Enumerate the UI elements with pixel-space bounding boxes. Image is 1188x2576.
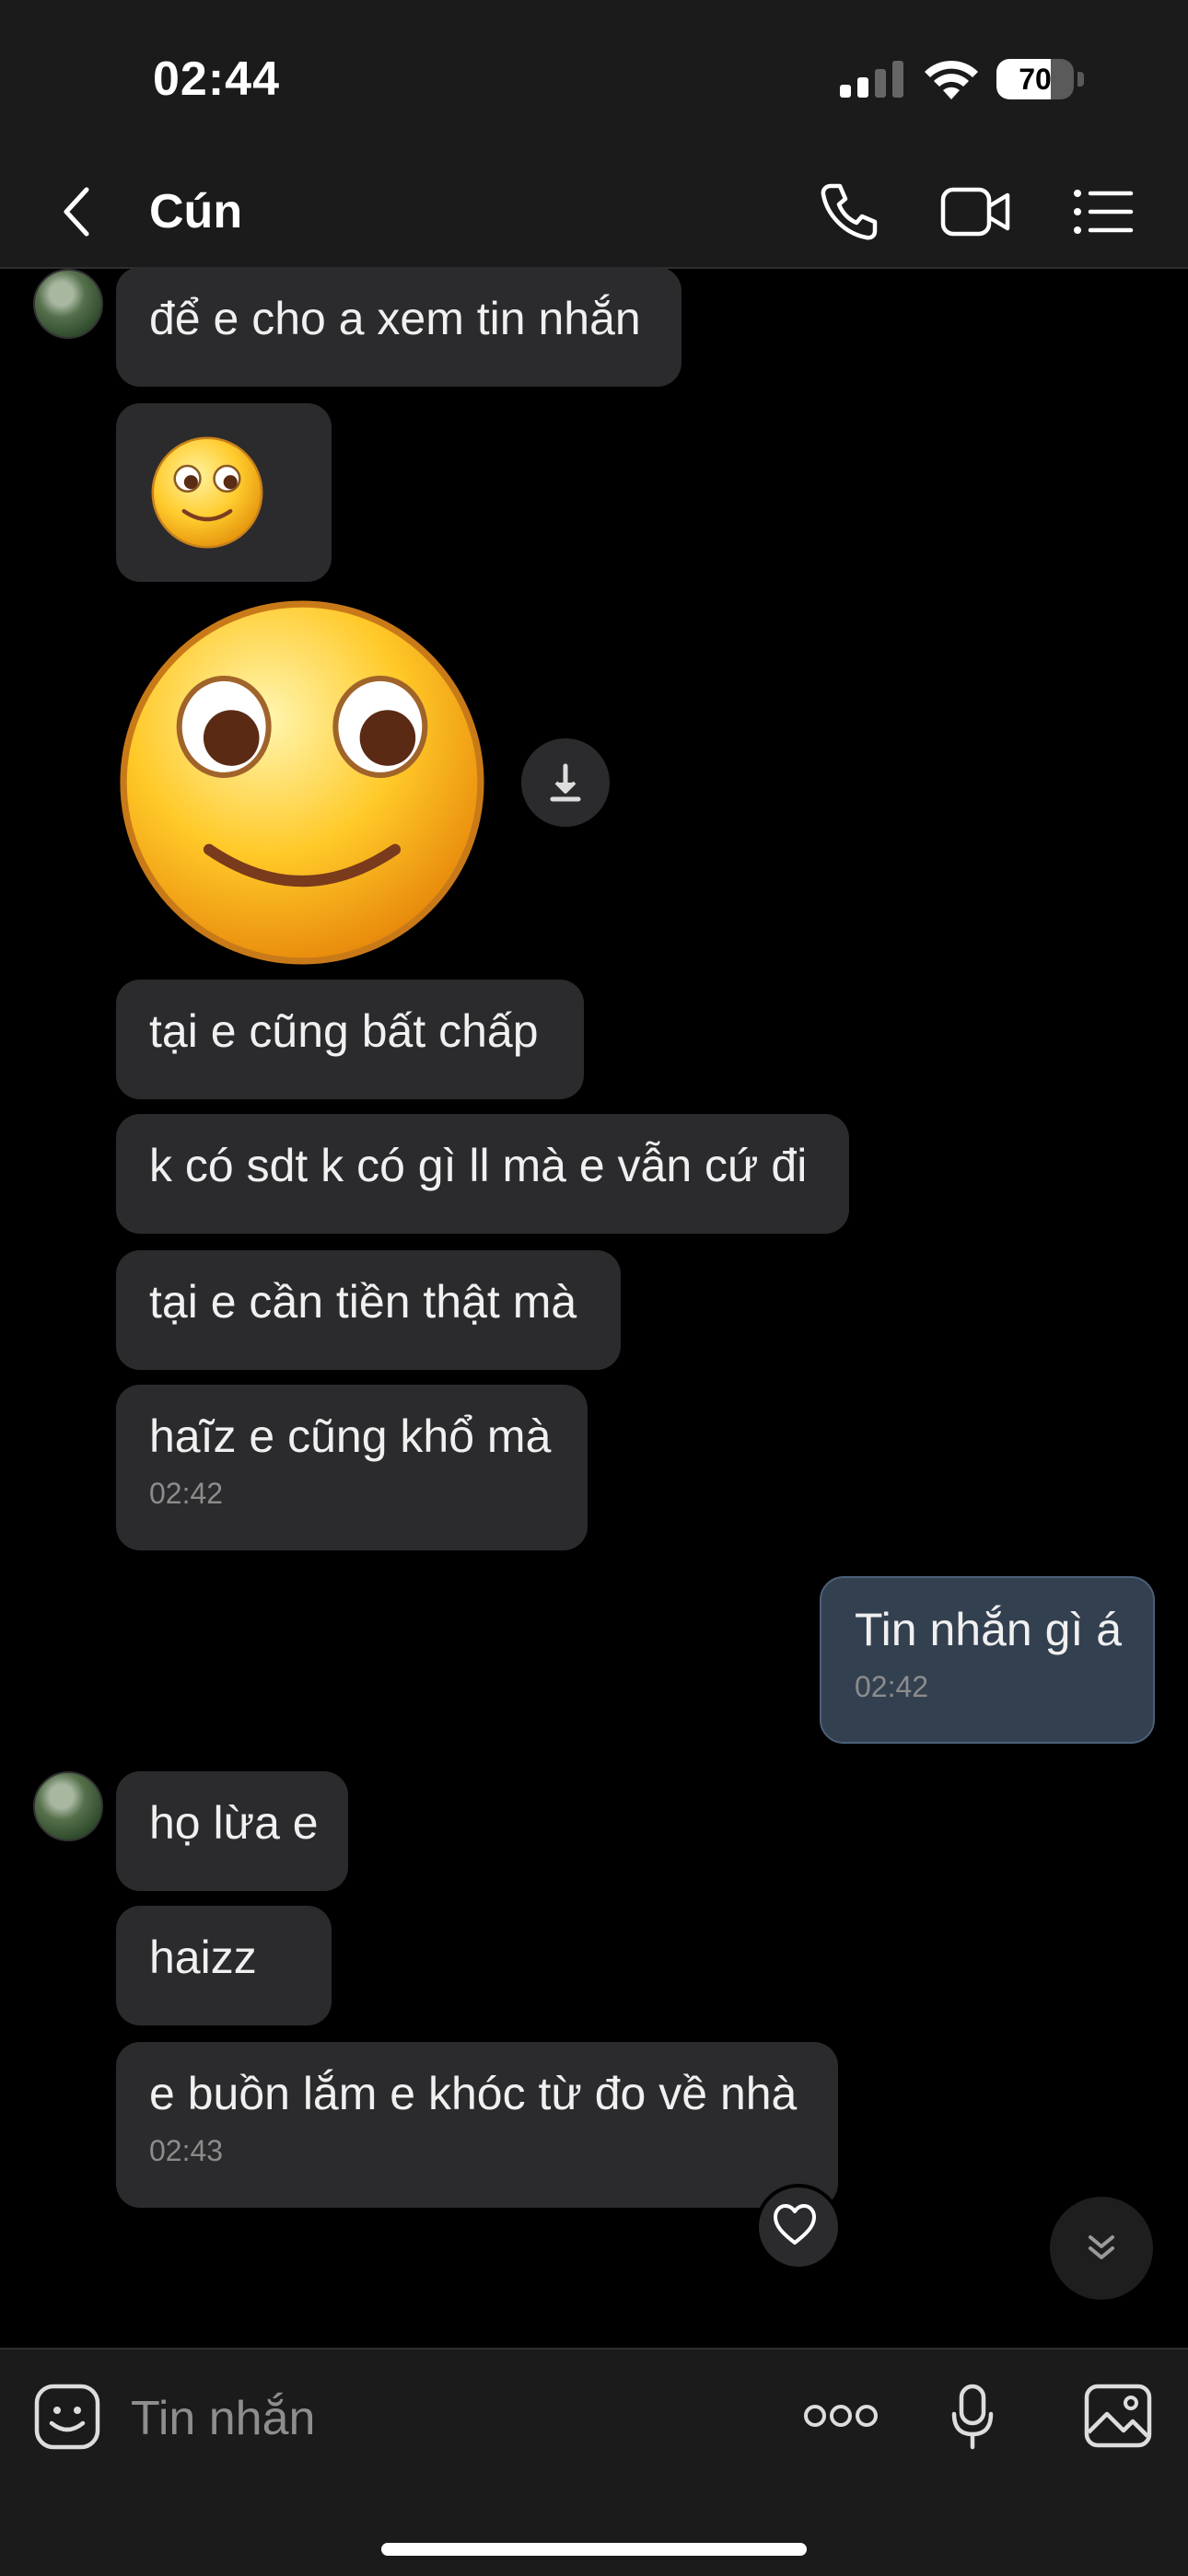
message-text: để e cho a xem tin nhắn (149, 293, 641, 344)
incoming-message[interactable]: tại e cần tiền thật mà (116, 1250, 621, 1370)
battery-cap (1077, 72, 1084, 87)
sticker-emoji-icon[interactable] (33, 2383, 101, 2451)
battery-body: 70 (996, 59, 1074, 99)
incoming-message[interactable]: haĩz e cũng khổ mà 02:42 (116, 1385, 588, 1550)
chat-header: Cún (0, 157, 1188, 269)
incoming-message[interactable]: họ lừa e (116, 1771, 348, 1891)
phone-call-icon[interactable] (818, 180, 880, 243)
home-indicator (381, 2543, 807, 2556)
message-time: 02:42 (855, 1670, 929, 1703)
incoming-sticker-message[interactable] (116, 403, 332, 582)
image-gallery-icon[interactable] (1083, 2383, 1153, 2449)
message-list[interactable]: để e cho a xem tin nhắn tại e cũng bất c… (0, 267, 1188, 2348)
status-bar: 02:44 70 (0, 0, 1188, 157)
download-icon (550, 763, 581, 802)
message-text: haĩz e cũng khổ mà (149, 1410, 552, 1462)
scroll-to-bottom-button[interactable] (1050, 2197, 1153, 2300)
message-text: họ lừa e (149, 1797, 319, 1849)
message-text: k có sdt k có gì ll mà e vẫn cứ đi (149, 1140, 808, 1191)
cellular-signal-icon (840, 61, 903, 98)
battery-indicator: 70 (996, 59, 1085, 99)
smiling-face-emoji-icon (151, 436, 263, 549)
reaction-button[interactable] (755, 2184, 842, 2270)
microphone-icon[interactable] (949, 2383, 996, 2451)
status-time: 02:44 (153, 52, 280, 106)
message-text: haizz (149, 1932, 257, 1983)
contact-avatar[interactable] (33, 1771, 103, 1841)
message-time: 02:43 (149, 2134, 224, 2167)
message-text: e buồn lắm e khóc từ đo về nhà (149, 2068, 798, 2119)
message-text: tại e cần tiền thật mà (149, 1276, 577, 1328)
message-input[interactable] (129, 2383, 685, 2454)
double-chevron-down-icon (1089, 2235, 1114, 2259)
video-call-icon[interactable] (939, 182, 1011, 241)
message-composer (0, 2348, 1188, 2576)
incoming-message[interactable]: haizz (116, 1906, 332, 2025)
incoming-message[interactable]: để e cho a xem tin nhắn (116, 267, 681, 387)
message-time: 02:42 (149, 1477, 224, 1510)
outgoing-message[interactable]: Tin nhắn gì á 02:42 (820, 1576, 1155, 1744)
more-options-icon[interactable] (803, 2401, 879, 2431)
large-smiling-face-emoji-icon[interactable] (116, 597, 488, 969)
download-button[interactable] (521, 738, 610, 827)
battery-percentage: 70 (1019, 63, 1052, 96)
contact-name[interactable]: Cún (149, 184, 242, 239)
list-menu-icon[interactable] (1072, 184, 1135, 239)
message-text: tại e cũng bất chấp (149, 1005, 539, 1057)
wifi-icon (925, 60, 978, 99)
incoming-message[interactable]: tại e cũng bất chấp (116, 980, 584, 1099)
back-chevron-icon[interactable] (55, 184, 101, 239)
incoming-message[interactable]: k có sdt k có gì ll mà e vẫn cứ đi (116, 1114, 849, 1234)
heart-icon (774, 2204, 816, 2245)
contact-avatar[interactable] (33, 269, 103, 339)
incoming-message[interactable]: e buồn lắm e khóc từ đo về nhà 02:43 (116, 2042, 838, 2208)
message-text: Tin nhắn gì á (855, 1604, 1123, 1655)
